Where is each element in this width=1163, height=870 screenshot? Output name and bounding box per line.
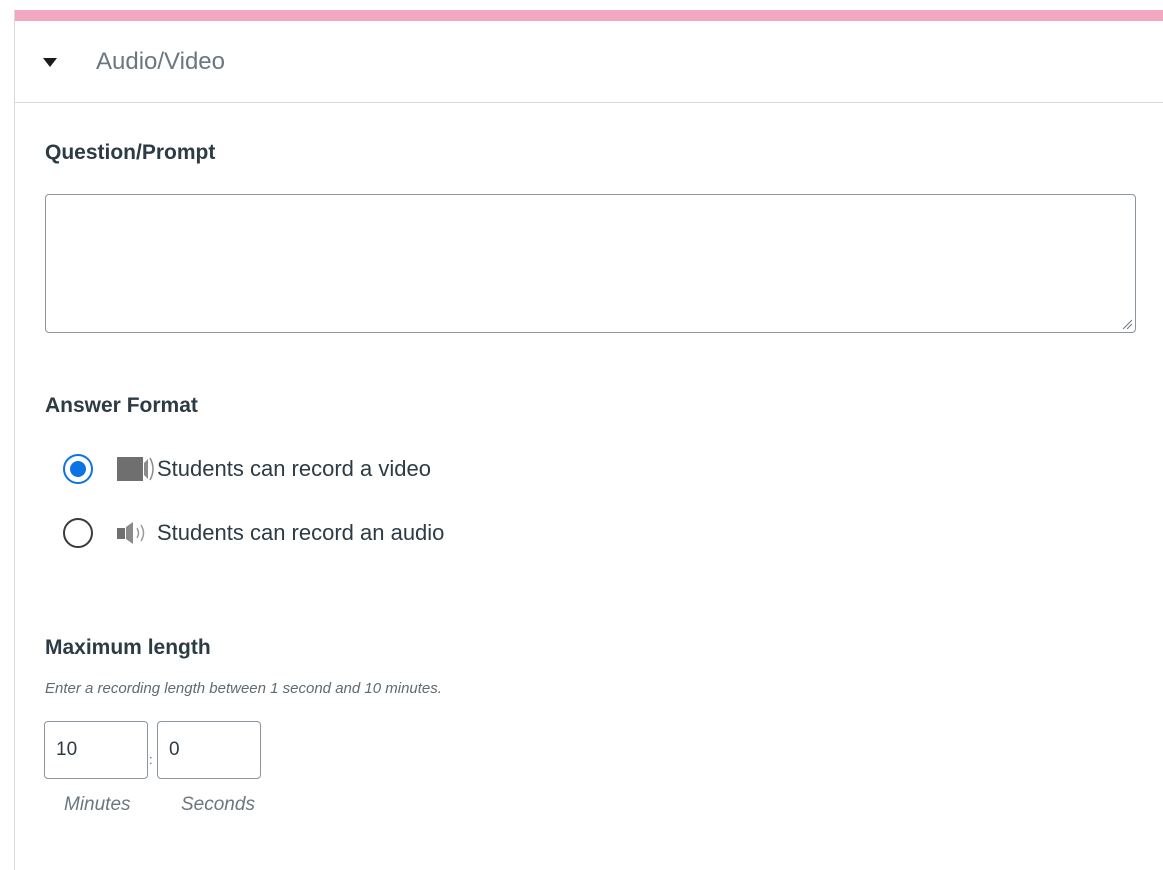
time-separator: : [149, 752, 153, 767]
maximum-length-label: Maximum length [45, 636, 211, 659]
answer-format-label: Answer Format [45, 394, 198, 417]
audio-video-panel: Audio/Video Question/Prompt Answer Forma… [14, 10, 1163, 870]
panel-accent-bar [15, 10, 1163, 21]
seconds-input[interactable]: 0 [157, 721, 261, 779]
section-title: Audio/Video [96, 48, 225, 75]
resize-grip-icon[interactable] [1122, 319, 1132, 329]
section-header[interactable]: Audio/Video [15, 21, 1163, 103]
answer-format-option-video[interactable]: Students can record a video [63, 451, 431, 487]
maximum-length-hint: Enter a recording length between 1 secon… [45, 680, 442, 697]
question-prompt-textarea[interactable] [45, 194, 1136, 333]
audio-option-label: Students can record an audio [157, 520, 445, 545]
seconds-label: Seconds [181, 794, 255, 815]
caret-down-icon[interactable] [43, 58, 57, 67]
audio-radio-button[interactable] [63, 518, 93, 548]
minutes-label: Minutes [64, 794, 131, 815]
answer-format-option-audio[interactable]: Students can record an audio [63, 515, 444, 551]
video-option-label: Students can record a video [157, 456, 431, 481]
question-prompt-label: Question/Prompt [45, 141, 216, 164]
speaker-icon [117, 522, 145, 544]
video-camera-icon [117, 457, 154, 481]
video-radio-button[interactable] [63, 454, 93, 484]
minutes-input[interactable]: 10 [44, 721, 148, 779]
